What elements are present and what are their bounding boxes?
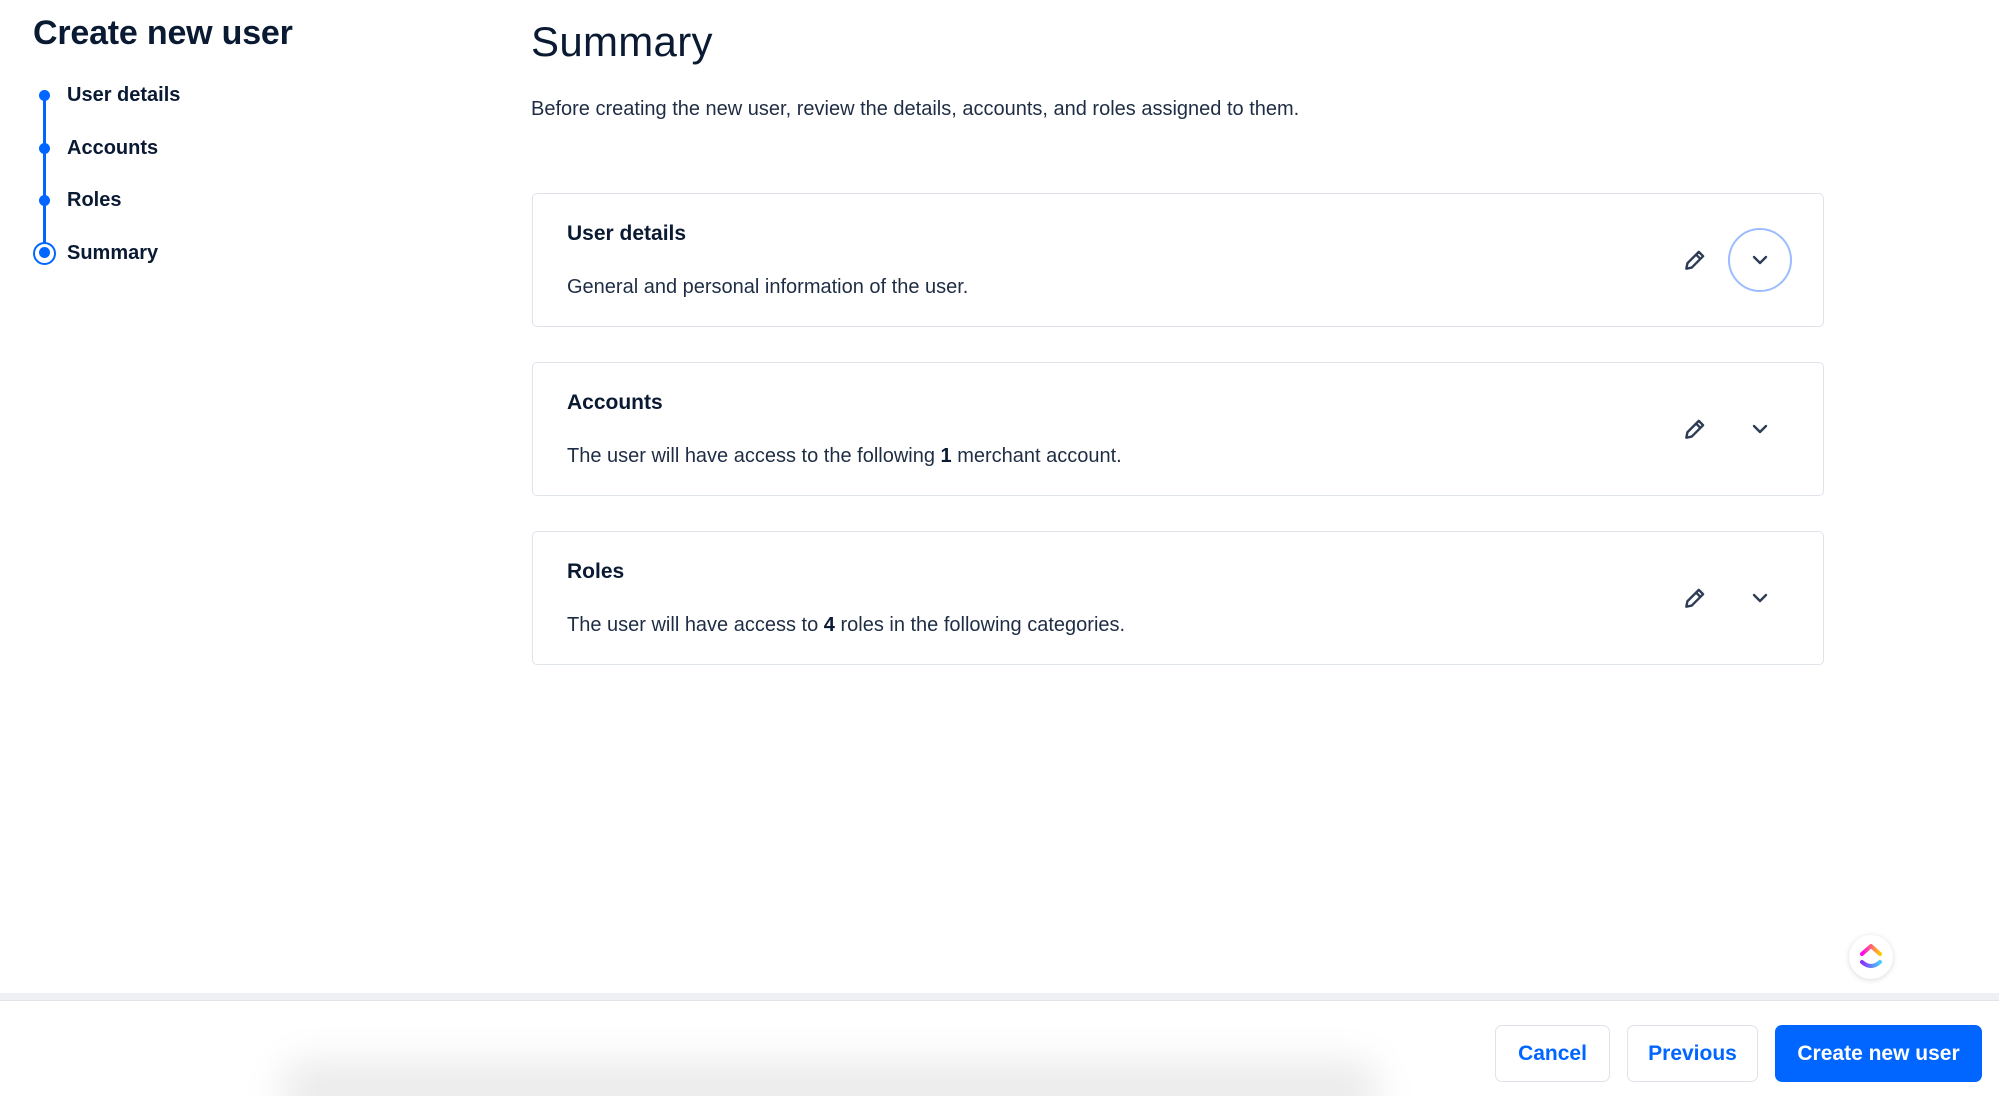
chevron-down-icon [1752, 255, 1768, 265]
card-description-text: General and personal information of the … [567, 276, 969, 298]
step-label: Accounts [67, 137, 159, 159]
footer-shadow [280, 1060, 1380, 1096]
clickup-logo-icon [1860, 944, 1882, 968]
expand-accounts-button[interactable] [1728, 397, 1792, 461]
summary-card-roles: Roles The user will have access to 4 rol… [532, 531, 1824, 665]
clickup-widget-button[interactable] [1849, 935, 1893, 979]
card-title: User details [567, 222, 687, 245]
stepper-progress-line [43, 95, 46, 253]
card-description-text: The user will have access to the followi… [567, 445, 941, 467]
step-label: Roles [67, 189, 122, 211]
cancel-button[interactable]: Cancel [1495, 1025, 1610, 1082]
chevron-down-icon [1752, 424, 1768, 434]
account-count: 1 [940, 445, 952, 467]
pencil-icon [1685, 588, 1705, 608]
step-completed-dot-icon [39, 90, 50, 101]
step-label: Summary [67, 242, 159, 264]
page-subtitle: Before creating the new user, review the… [531, 98, 1300, 120]
summary-card-accounts: Accounts The user will have access to th… [532, 362, 1824, 496]
card-description: The user will have access to the followi… [567, 445, 1122, 468]
step-completed-dot-icon [39, 143, 50, 154]
pencil-icon [1685, 250, 1705, 270]
wizard-title: Create new user [33, 14, 293, 52]
chevron-down-icon [1752, 593, 1768, 603]
expand-roles-button[interactable] [1728, 566, 1792, 630]
edit-user-details-button[interactable] [1679, 244, 1711, 276]
role-count: 4 [823, 614, 835, 636]
step-completed-dot-icon [39, 195, 50, 206]
edit-accounts-button[interactable] [1679, 413, 1711, 445]
card-description: General and personal information of the … [567, 276, 968, 299]
card-description-text: The user will have access to [567, 614, 824, 636]
pencil-icon [1685, 419, 1705, 439]
summary-card-user-details: User details General and personal inform… [532, 193, 1824, 327]
expand-user-details-button[interactable] [1728, 228, 1792, 292]
page-title: Summary [531, 18, 713, 65]
footer-divider [0, 993, 1999, 1001]
card-description-text: roles in the following categories. [834, 614, 1126, 636]
step-label: User details [67, 84, 181, 106]
edit-roles-button[interactable] [1679, 582, 1711, 614]
card-description-text: merchant account. [951, 445, 1122, 467]
create-new-user-button[interactable]: Create new user [1775, 1025, 1982, 1082]
previous-button[interactable]: Previous [1627, 1025, 1758, 1082]
card-title: Accounts [567, 391, 663, 414]
card-description: The user will have access to 4 roles in … [567, 614, 1125, 637]
card-title: Roles [567, 560, 625, 583]
step-current-dot-icon [33, 241, 56, 265]
